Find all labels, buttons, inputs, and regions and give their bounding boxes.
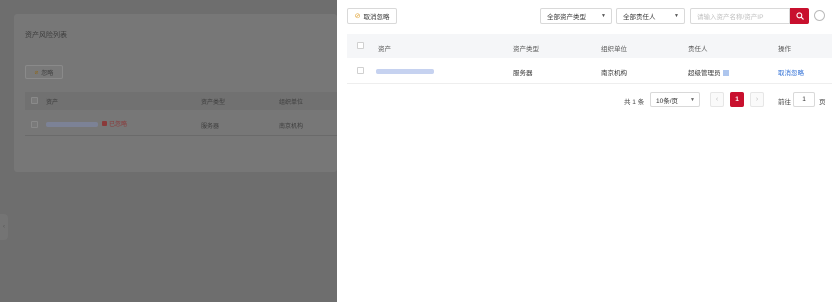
select-all-checkbox[interactable]	[31, 97, 38, 104]
ignored-tag-label: 已忽略	[109, 122, 128, 128]
cell-org-unit: 南京机构	[279, 124, 304, 130]
owner-select-value: 全部责任人	[623, 14, 656, 21]
column-actions: 操作	[778, 46, 791, 53]
ignore-button-label: 忽略	[41, 70, 54, 77]
page-size-value: 10条/页	[656, 97, 679, 105]
column-org-unit: 组织单位	[279, 100, 304, 106]
ignored-assets-drawer: ⊘ 取消忽略 全部资产类型 ▼ 全部责任人 ▼ 请输入资产名称/资产IP 资产 …	[337, 0, 832, 302]
ignore-button[interactable]: ⌀ 忽略	[25, 65, 63, 79]
asset-name-redacted[interactable]	[376, 69, 434, 74]
row-divider	[347, 83, 832, 84]
chevron-down-icon: ▼	[690, 96, 695, 103]
pagination-total: 共 1 条	[624, 99, 645, 106]
chevron-left-icon: ‹	[3, 224, 5, 230]
table-header	[347, 34, 832, 58]
chevron-down-icon: ▼	[601, 13, 606, 19]
cancel-ignore-icon: ⊘	[354, 13, 361, 20]
chevron-right-icon: ›	[755, 96, 759, 103]
chevron-down-icon: ▼	[674, 13, 679, 19]
column-owner: 责任人	[688, 46, 708, 53]
column-asset: 资产	[46, 100, 59, 106]
chevron-left-icon: ‹	[715, 96, 719, 103]
tag-icon	[102, 121, 107, 126]
goto-label: 前往	[778, 99, 791, 106]
search-input[interactable]: 请输入资产名称/资产IP	[690, 8, 790, 24]
cancel-ignore-link[interactable]: 取消忽略	[778, 67, 804, 77]
asset-type-select[interactable]: 全部资产类型 ▼	[540, 8, 612, 24]
page-unit-label: 页	[819, 99, 826, 106]
row-checkbox[interactable]	[357, 67, 364, 74]
column-asset-type: 资产类型	[513, 46, 539, 53]
column-org-unit: 组织单位	[601, 46, 627, 53]
select-all-checkbox[interactable]	[357, 42, 364, 49]
asset-name-redacted	[46, 122, 98, 127]
cancel-ignore-button[interactable]: ⊘ 取消忽略	[347, 8, 397, 24]
page-title: 资产风险列表	[25, 32, 67, 39]
user-card-icon	[722, 70, 729, 76]
collapse-handle[interactable]: ‹	[0, 214, 8, 240]
refresh-icon[interactable]	[814, 10, 825, 21]
ignore-icon: ⌀	[34, 69, 39, 76]
cell-asset-type: 服务器	[513, 70, 533, 77]
search-button[interactable]	[790, 8, 809, 24]
column-asset-type: 资产类型	[201, 100, 226, 106]
cell-asset-type: 服务器	[201, 124, 220, 130]
row-checkbox[interactable]	[31, 121, 38, 128]
owner-select[interactable]: 全部责任人 ▼	[616, 8, 685, 24]
goto-page-input[interactable]: 1	[793, 92, 815, 107]
column-asset: 资产	[378, 46, 391, 53]
asset-type-select-value: 全部资产类型	[547, 14, 586, 21]
ignored-tag: 已忽略	[102, 119, 127, 128]
next-page-button[interactable]: ›	[750, 92, 764, 107]
background-page: 资产风险列表 ⌀ 忽略 资产 资产类型 组织单位 已忽略 服务器 南京机构 ‹	[0, 0, 337, 302]
page-number-current[interactable]: 1	[730, 92, 744, 107]
prev-page-button[interactable]: ‹	[710, 92, 724, 107]
cancel-ignore-label: 取消忽略	[363, 14, 390, 21]
page-size-select[interactable]: 10条/页 ▼	[650, 92, 700, 107]
row-divider	[25, 135, 337, 136]
search-icon	[795, 12, 804, 20]
search-placeholder: 请输入资产名称/资产IP	[697, 14, 764, 21]
owner-name: 超级管理员	[688, 70, 721, 77]
cell-org-unit: 南京机构	[601, 70, 627, 77]
cell-owner: 超级管理员	[688, 67, 729, 77]
